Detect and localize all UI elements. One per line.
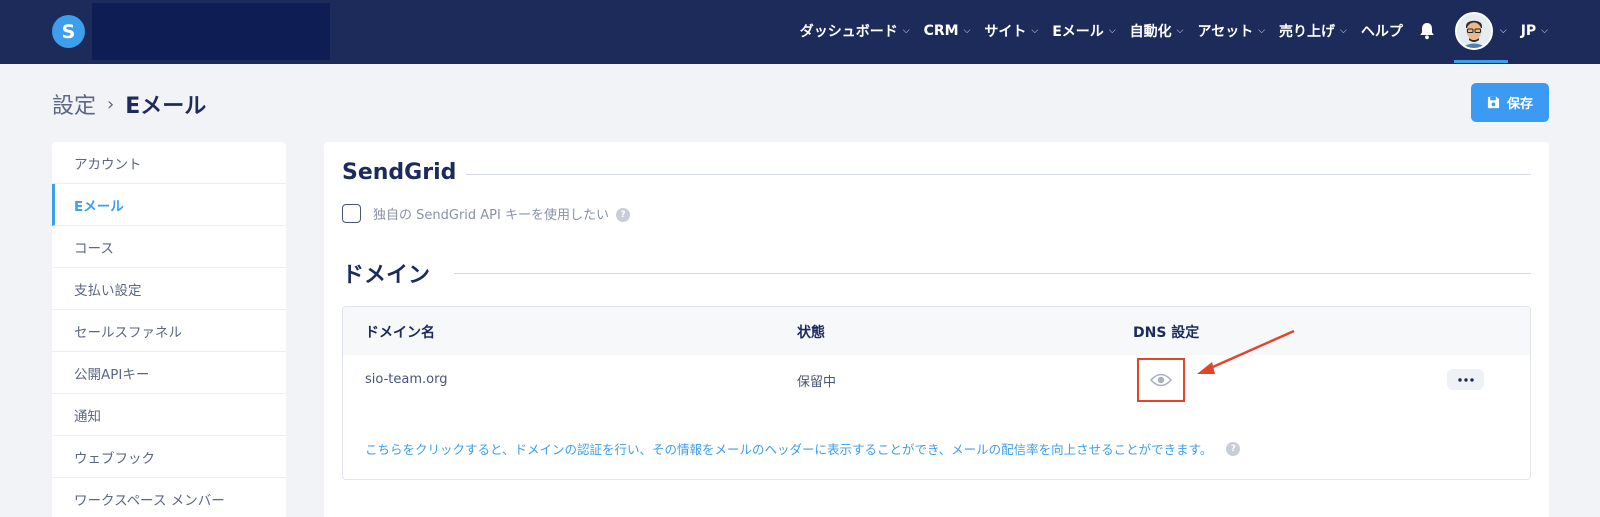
- domain-verification-info[interactable]: こちらをクリックすると、ドメインの認証を行い、その情報をメールのヘッダーに表示す…: [365, 439, 1241, 458]
- table-header: ドメイン名 状態 DNS 設定: [343, 307, 1530, 355]
- chevron-down-icon: ⌵: [963, 26, 971, 36]
- sendgrid-checkbox-label[interactable]: 独自の SendGrid API キーを使用したい: [373, 204, 609, 223]
- sidebar-item-label: アカウント: [74, 156, 142, 173]
- save-button[interactable]: 保存: [1471, 83, 1549, 122]
- floppy-disk-icon: [1487, 96, 1500, 109]
- chevron-down-icon: ⌵: [1258, 26, 1266, 36]
- eye-icon: [1150, 373, 1172, 387]
- user-menu[interactable]: ⌵: [1453, 0, 1508, 63]
- help-icon[interactable]: ?: [616, 208, 630, 222]
- sidebar-item-label: 公開APIキー: [74, 366, 150, 383]
- column-header-domain-name: ドメイン名: [365, 325, 435, 341]
- nav-label: 自動化: [1129, 24, 1172, 40]
- sidebar-item-sales-funnels[interactable]: セールスファネル: [52, 310, 286, 352]
- nav-label: CRM: [923, 23, 959, 39]
- settings-sidebar: アカウント Eメール コース 支払い設定 セールスファネル 公開APIキー 通知…: [52, 142, 286, 517]
- chevron-down-icon: ⌵: [902, 26, 910, 36]
- logo-letter: S: [61, 20, 76, 43]
- chevron-down-icon: ⌵: [1340, 26, 1347, 36]
- language-selector[interactable]: JP ⌵: [1521, 23, 1548, 39]
- nav-item-dashboard[interactable]: ダッシュボード ⌵: [800, 21, 910, 41]
- sidebar-item-workspace-members[interactable]: ワークスペース メンバー: [52, 478, 286, 517]
- sidebar-item-account[interactable]: アカウント: [52, 142, 286, 184]
- main-nav: ダッシュボード ⌵ CRM ⌵ サイト ⌵ Eメール ⌵ 自動化 ⌵ アセット ⌵ 売り上げ…: [800, 0, 1600, 63]
- email-settings-panel: SendGrid 独自の SendGrid API キーを使用したい ? ドメイ…: [324, 142, 1549, 517]
- breadcrumb-parent[interactable]: 設定: [52, 88, 96, 120]
- sidebar-item-label: 支払い設定: [74, 282, 142, 299]
- sidebar-item-label: セールスファネル: [74, 324, 182, 341]
- sidebar-item-label: Eメール: [74, 198, 124, 215]
- domain-verification-text[interactable]: こちらをクリックすると、ドメインの認証を行い、その情報をメールのヘッダーに表示す…: [365, 439, 1212, 458]
- chevron-down-icon: ⌵: [1031, 26, 1039, 36]
- section-divider: [466, 174, 1531, 175]
- sidebar-item-courses[interactable]: コース: [52, 226, 286, 268]
- nav-item-help[interactable]: ヘルプ: [1361, 21, 1403, 41]
- domain-section-title: ドメイン: [342, 263, 431, 288]
- sidebar-item-label: コース: [74, 240, 114, 257]
- sidebar-item-webhooks[interactable]: ウェブフック: [52, 436, 286, 478]
- top-navigation-bar: S ダッシュボード ⌵ CRM ⌵ サイト ⌵ Eメール ⌵ 自動化 ⌵ アセット ⌵ 売り…: [0, 0, 1600, 64]
- column-header-dns-settings: DNS 設定: [1133, 325, 1200, 341]
- domain-status-cell: 保留中: [797, 375, 837, 390]
- nav-item-sales[interactable]: 売り上げ ⌵: [1279, 21, 1347, 41]
- sidebar-item-label: ウェブフック: [74, 450, 155, 467]
- dns-view-button[interactable]: [1137, 358, 1185, 402]
- help-icon[interactable]: ?: [1226, 441, 1241, 456]
- more-horizontal-icon: [1457, 377, 1474, 382]
- nav-item-sites[interactable]: サイト ⌵: [984, 21, 1038, 41]
- app-logo[interactable]: S: [52, 15, 85, 48]
- sidebar-item-notifications[interactable]: 通知: [52, 394, 286, 436]
- chevron-down-icon: ⌵: [1108, 26, 1116, 36]
- sidebar-item-label: 通知: [74, 408, 101, 425]
- sidebar-item-public-api-keys[interactable]: 公開APIキー: [52, 352, 286, 394]
- sendgrid-section-title: SendGrid: [342, 160, 457, 185]
- bell-icon[interactable]: [1417, 21, 1437, 41]
- chevron-down-icon: ⌵: [1541, 26, 1548, 36]
- nav-label: ダッシュボード: [799, 24, 898, 40]
- chevron-down-icon: ⌵: [1176, 26, 1184, 36]
- nav-label: サイト: [984, 24, 1027, 40]
- nav-item-crm[interactable]: CRM ⌵: [924, 23, 971, 39]
- row-actions-button[interactable]: [1447, 369, 1484, 390]
- nav-label: 売り上げ: [1279, 24, 1336, 40]
- sidebar-item-email[interactable]: Eメール: [52, 184, 286, 226]
- nav-label: ヘルプ: [1360, 24, 1403, 40]
- page-title: Eメール: [125, 94, 207, 119]
- nav-label: Eメール: [1052, 24, 1104, 40]
- sidebar-item-payment-settings[interactable]: 支払い設定: [52, 268, 286, 310]
- breadcrumb: 設定 › Eメール: [52, 88, 206, 120]
- column-header-status: 状態: [797, 325, 825, 341]
- nav-item-email[interactable]: Eメール ⌵: [1052, 21, 1115, 41]
- breadcrumb-separator: ›: [107, 93, 115, 115]
- save-button-label: 保存: [1506, 97, 1533, 112]
- chevron-down-icon: ⌵: [1499, 26, 1507, 36]
- avatar: [1454, 12, 1493, 50]
- section-divider: [454, 273, 1531, 274]
- sidebar-item-label: ワークスペース メンバー: [74, 492, 225, 509]
- nav-label: アセット: [1197, 24, 1254, 40]
- active-indicator: [1453, 60, 1508, 63]
- sendgrid-api-key-checkbox[interactable]: [342, 204, 361, 223]
- language-label: JP: [1520, 23, 1537, 39]
- workspace-brand-area[interactable]: [92, 3, 330, 60]
- domain-table: ドメイン名 状態 DNS 設定 sio-team.org 保留中 こちらをクリッ…: [342, 306, 1531, 480]
- domain-name-cell: sio-team.org: [365, 372, 448, 387]
- nav-item-assets[interactable]: アセット ⌵: [1197, 21, 1265, 41]
- nav-item-automation[interactable]: 自動化 ⌵: [1130, 21, 1184, 41]
